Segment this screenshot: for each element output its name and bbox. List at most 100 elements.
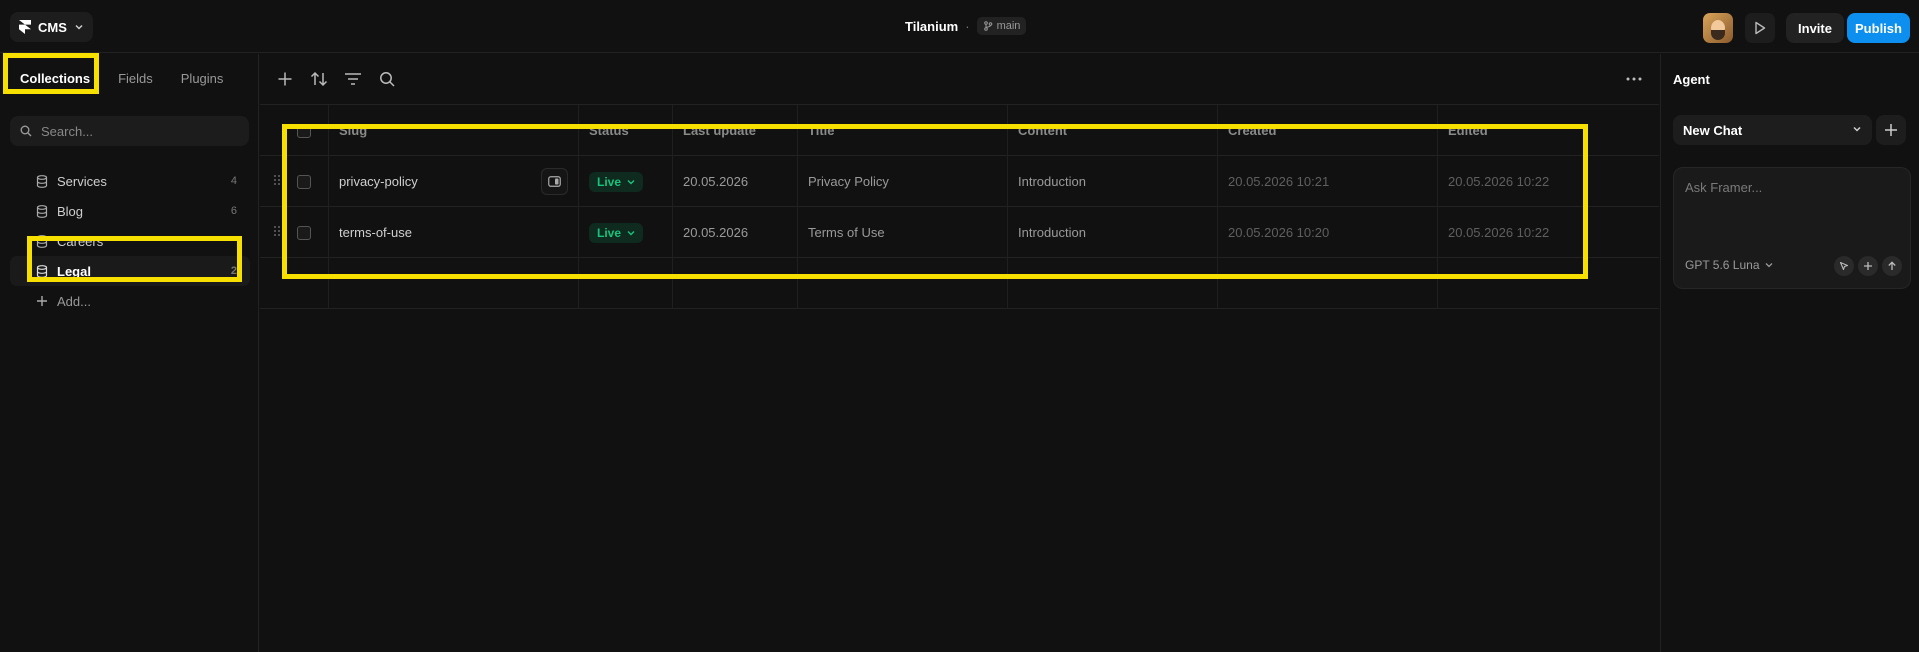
agent-title: Agent <box>1673 72 1710 87</box>
filter-button[interactable] <box>342 68 364 90</box>
status-badge[interactable]: Live <box>589 171 644 192</box>
publish-button[interactable]: Publish <box>1847 13 1910 43</box>
agent-panel: Agent New Chat Ask Framer... GPT 5.6 Lun… <box>1660 54 1919 652</box>
status-cell[interactable]: Live <box>578 156 672 207</box>
project-name: Tilanium <box>905 18 959 34</box>
status-label: Live <box>597 225 622 240</box>
table-row[interactable]: terms-of-use Live 20.05.2026 Terms of Us… <box>260 207 1659 258</box>
avatar[interactable] <box>1703 13 1733 43</box>
cms-menu-button[interactable]: CMS <box>10 12 93 42</box>
cursor-mode-button[interactable] <box>1834 256 1854 276</box>
empty-cell <box>1437 258 1659 309</box>
table-header-row: Slug Status Last update Title Content Cr… <box>260 105 1659 156</box>
prompt-placeholder: Ask Framer... <box>1685 180 1763 195</box>
model-selector[interactable]: GPT 5.6 Luna <box>1685 258 1773 272</box>
column-header-slug[interactable]: Slug <box>328 105 578 156</box>
collection-name: Services <box>57 173 107 189</box>
created-cell[interactable]: 20.05.2026 10:21 <box>1217 156 1437 207</box>
send-button[interactable] <box>1882 256 1902 276</box>
database-icon <box>36 205 48 218</box>
slug-value: privacy-policy <box>339 174 418 189</box>
preview-button[interactable] <box>1745 13 1775 43</box>
collection-count: 6 <box>230 205 237 217</box>
slug-cell[interactable]: privacy-policy <box>328 156 578 207</box>
chat-select-dropdown[interactable]: New Chat <box>1673 115 1872 145</box>
content-cell[interactable]: Introduction <box>1007 156 1217 207</box>
column-header-edited[interactable]: Edited <box>1437 105 1659 156</box>
model-name: GPT 5.6 Luna <box>1685 258 1760 272</box>
chevron-down-icon <box>627 179 635 184</box>
open-item-button[interactable] <box>541 168 568 195</box>
collection-name: Blog <box>57 203 84 219</box>
edited-cell[interactable]: 20.05.2026 10:22 <box>1437 207 1659 258</box>
search-input[interactable]: Search... <box>10 116 249 146</box>
side-panel-icon <box>548 176 561 187</box>
cms-label: CMS <box>38 19 67 35</box>
table-row[interactable]: privacy-policy Live 20.05.2026 Privacy P… <box>260 156 1659 207</box>
empty-row[interactable] <box>260 258 1659 309</box>
branch-badge[interactable]: main <box>976 17 1027 35</box>
table-toolbar <box>260 54 1659 105</box>
edited-cell[interactable]: 20.05.2026 10:22 <box>1437 156 1659 207</box>
more-options-button[interactable] <box>1623 68 1645 90</box>
slug-value: terms-of-use <box>339 225 412 240</box>
search-button[interactable] <box>376 68 398 90</box>
empty-cell <box>1217 258 1437 309</box>
column-header-last-update[interactable]: Last update <box>672 105 797 156</box>
tab-fields[interactable]: Fields <box>106 63 165 93</box>
sidebar-item-legal[interactable]: Legal 2 <box>10 256 250 286</box>
row-checkbox[interactable] <box>297 174 311 189</box>
created-cell[interactable]: 20.05.2026 10:20 <box>1217 207 1437 258</box>
empty-cell <box>672 258 797 309</box>
empty-cell <box>578 258 672 309</box>
search-placeholder: Search... <box>41 123 94 139</box>
agent-prompt-input[interactable]: Ask Framer... GPT 5.6 Luna <box>1673 167 1911 289</box>
tab-plugins[interactable]: Plugins <box>169 63 236 93</box>
chevron-down-icon <box>1853 126 1861 132</box>
last-update-cell[interactable]: 20.05.2026 <box>672 156 797 207</box>
row-checkbox[interactable] <box>297 225 311 240</box>
sort-button[interactable] <box>308 68 330 90</box>
branch-name: main <box>996 20 1021 32</box>
invite-button[interactable]: Invite <box>1786 13 1844 43</box>
add-collection-button[interactable]: Add... <box>10 286 250 316</box>
status-cell[interactable]: Live <box>578 207 672 258</box>
search-icon <box>20 125 32 137</box>
database-icon <box>36 235 48 248</box>
plus-icon <box>1885 124 1897 136</box>
status-badge[interactable]: Live <box>589 222 644 243</box>
column-header-content[interactable]: Content <box>1007 105 1217 156</box>
sidebar-item-careers[interactable]: Careers <box>10 226 250 256</box>
empty-cell <box>797 258 1007 309</box>
main-content: Slug Status Last update Title Content Cr… <box>260 54 1659 652</box>
content-cell[interactable]: Introduction <box>1007 207 1217 258</box>
top-bar: CMS Tilanium · main Invite Publish <box>0 0 1919 53</box>
slug-cell[interactable]: terms-of-use <box>328 207 578 258</box>
select-all-checkbox[interactable] <box>297 123 311 138</box>
plus-icon <box>37 296 47 306</box>
items-table: Slug Status Last update Title Content Cr… <box>260 105 1659 309</box>
select-all-cell <box>260 105 328 156</box>
sidebar-item-services[interactable]: Services 4 <box>10 166 250 196</box>
title-cell[interactable]: Terms of Use <box>797 207 1007 258</box>
tab-collections[interactable]: Collections <box>8 63 102 93</box>
attach-button[interactable] <box>1858 256 1878 276</box>
collection-name: Legal <box>57 263 91 279</box>
status-label: Live <box>597 174 622 189</box>
left-sidebar: Collections Fields Plugins Search... Ser… <box>0 54 259 652</box>
column-header-status[interactable]: Status <box>578 105 672 156</box>
column-header-created[interactable]: Created <box>1217 105 1437 156</box>
add-item-button[interactable] <box>274 68 296 90</box>
chevron-down-icon <box>75 24 83 30</box>
search-icon <box>380 72 395 87</box>
title-cell[interactable]: Privacy Policy <box>797 156 1007 207</box>
plus-icon <box>1864 262 1872 270</box>
collection-count: 2 <box>230 265 237 277</box>
separator: · <box>965 18 970 34</box>
cursor-icon <box>1839 261 1849 271</box>
project-title[interactable]: Tilanium · main <box>905 17 1027 35</box>
last-update-cell[interactable]: 20.05.2026 <box>672 207 797 258</box>
sidebar-item-blog[interactable]: Blog 6 <box>10 196 250 226</box>
new-chat-button[interactable] <box>1876 115 1906 145</box>
column-header-title[interactable]: Title <box>797 105 1007 156</box>
